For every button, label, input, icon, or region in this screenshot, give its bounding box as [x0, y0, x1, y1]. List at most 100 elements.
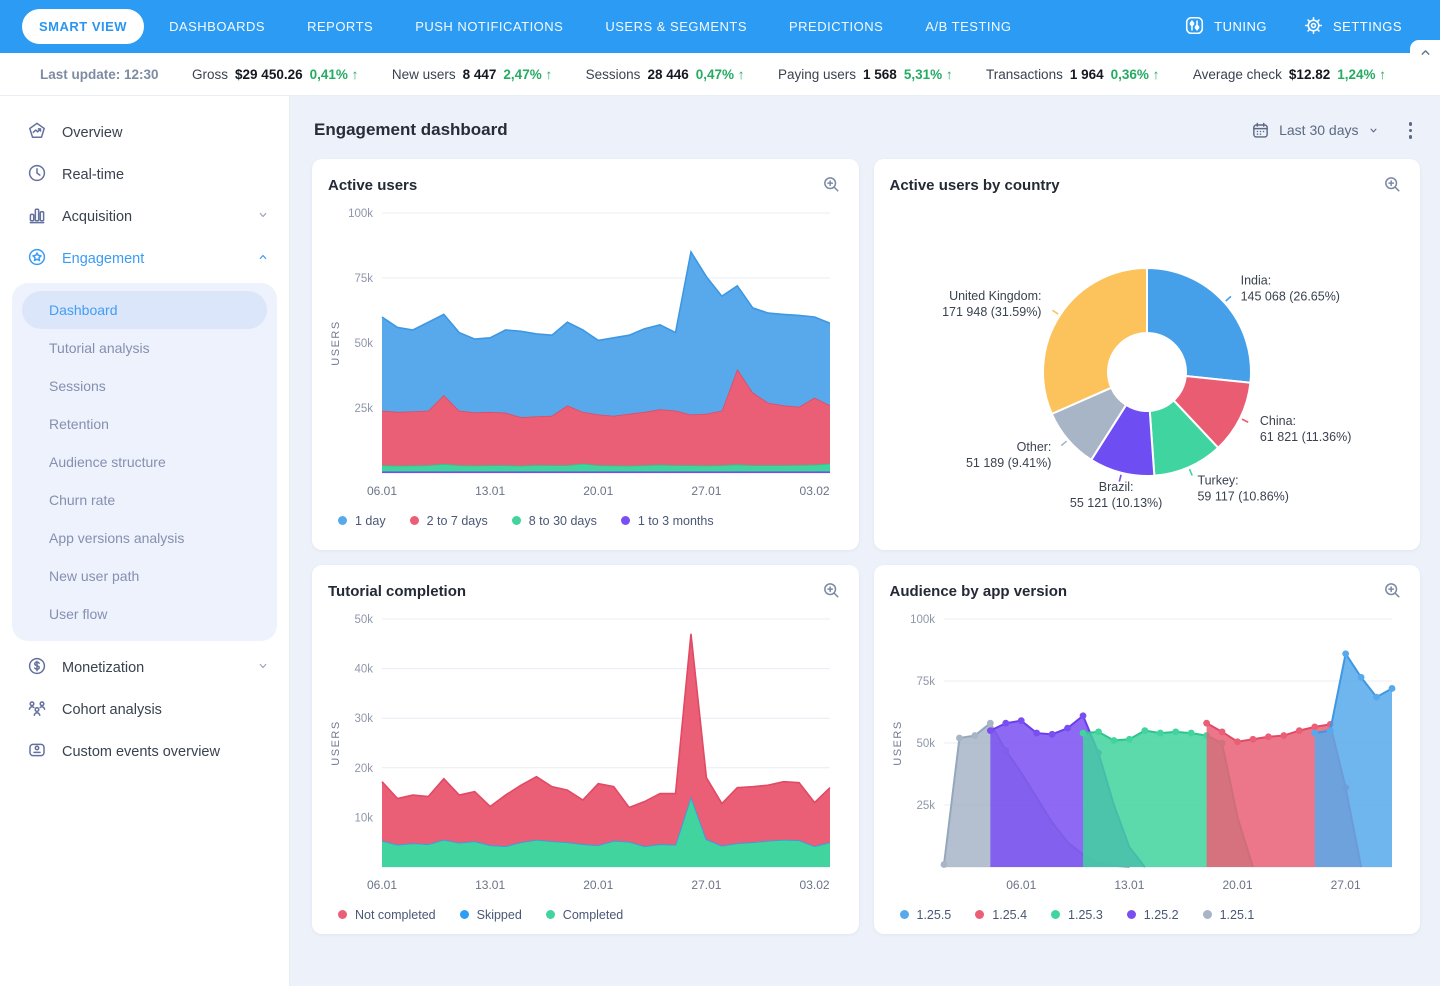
zoom-chart-button[interactable]: [820, 173, 843, 199]
svg-text:50k: 50k: [916, 738, 935, 750]
svg-text:06.01: 06.01: [367, 484, 397, 498]
sidebar-subitem-audience-structure[interactable]: Audience structure: [22, 443, 267, 481]
svg-text:10k: 10k: [354, 812, 373, 824]
card-header: Audience by app version: [890, 579, 1405, 605]
sidebar-subitem-app-versions-analysis[interactable]: App versions analysis: [22, 519, 267, 557]
top-navigation: SMART VIEWDASHBOARDSREPORTSPUSH NOTIFICA…: [0, 0, 1440, 53]
sidebar-subitem-sessions[interactable]: Sessions: [22, 367, 267, 405]
sidebar-item-cohort-analysis[interactable]: Cohort analysis: [0, 689, 289, 731]
legend-dot: [900, 910, 909, 919]
zoom-chart-button[interactable]: [1381, 579, 1404, 605]
zoom-chart-button[interactable]: [1381, 173, 1404, 199]
sidebar-submenu-engagement: DashboardTutorial analysisSessionsRetent…: [12, 283, 277, 641]
nav-tool-settings[interactable]: SETTINGS: [1303, 15, 1402, 39]
svg-text:55 121 (10.13%): 55 121 (10.13%): [1069, 496, 1161, 510]
magnifier-plus-icon: [822, 581, 841, 600]
legend-dot: [338, 516, 347, 525]
nav-item-a-b-testing[interactable]: A/B TESTING: [908, 9, 1028, 44]
metric-value: 1 568: [863, 67, 897, 82]
card-active-users-by-country: Active users by country India:145 068 (2…: [874, 159, 1421, 550]
legend-item-1.25.3[interactable]: 1.25.3: [1051, 908, 1103, 922]
active-users-chart: 100k75k50k25k06.0113.0120.0127.0103.02US…: [328, 199, 842, 503]
sidebar-subitem-new-user-path[interactable]: New user path: [22, 557, 267, 595]
nav-tool-tuning[interactable]: TUNING: [1184, 15, 1267, 39]
svg-text:51 189 (9.41%): 51 189 (9.41%): [965, 456, 1050, 470]
metric-paying-users: Paying users1 5685,31% ↑: [778, 67, 953, 82]
stats-bar: Last update: 12:30 Gross$29 450.260,41% …: [0, 53, 1440, 96]
sidebar-item-engagement[interactable]: Engagement: [0, 238, 289, 280]
card-title: Active users by country: [890, 177, 1060, 194]
legend-item-skipped[interactable]: Skipped: [460, 908, 522, 922]
legend-label: Completed: [563, 908, 623, 922]
svg-text:India:: India:: [1240, 273, 1271, 287]
svg-text:75k: 75k: [354, 273, 373, 285]
svg-text:20.01: 20.01: [583, 878, 613, 892]
engagement-badge-icon: [27, 247, 47, 271]
svg-text:50k: 50k: [354, 614, 373, 626]
nav-item-predictions[interactable]: PREDICTIONS: [772, 9, 900, 44]
active-users-by-country-chart: India:145 068 (26.65%)China:61 821 (11.3…: [890, 199, 1404, 537]
sidebar-subitem-churn-rate[interactable]: Churn rate: [22, 481, 267, 519]
svg-text:USERS: USERS: [330, 320, 342, 365]
svg-text:75k: 75k: [916, 676, 935, 688]
metric-label: New users: [392, 67, 456, 82]
nav-item-push-notifications[interactable]: PUSH NOTIFICATIONS: [398, 9, 580, 44]
svg-text:Turkey:: Turkey:: [1197, 473, 1238, 487]
events-card-icon: [27, 740, 47, 764]
sidebar-item-real-time[interactable]: Real-time: [0, 154, 289, 196]
sidebar-subitem-dashboard[interactable]: Dashboard: [22, 291, 267, 329]
legend-item-8-to-30-days[interactable]: 8 to 30 days: [512, 514, 597, 528]
date-range-selector[interactable]: Last 30 days: [1251, 121, 1378, 140]
magnifier-plus-icon: [1383, 581, 1402, 600]
legend-label: 1.25.4: [992, 908, 1027, 922]
svg-text:40k: 40k: [354, 663, 373, 675]
nav-item-reports[interactable]: REPORTS: [290, 9, 390, 44]
card-header: Active users: [328, 173, 843, 199]
dashboard-menu-button[interactable]: [1403, 118, 1419, 143]
svg-text:United Kingdom:: United Kingdom:: [949, 289, 1041, 303]
svg-text:China:: China:: [1259, 414, 1295, 428]
collapse-stats-button[interactable]: [1410, 40, 1440, 65]
legend-item-1.25.4[interactable]: 1.25.4: [975, 908, 1027, 922]
legend-dot: [975, 910, 984, 919]
metric-average-check: Average check$12.821,24% ↑: [1193, 67, 1386, 82]
nav-item-smart-view[interactable]: SMART VIEW: [22, 9, 144, 44]
legend-item-1.25.5[interactable]: 1.25.5: [900, 908, 952, 922]
legend-item-not-completed[interactable]: Not completed: [338, 908, 436, 922]
sidebar-item-acquisition[interactable]: Acquisition: [0, 196, 289, 238]
svg-text:03.02: 03.02: [800, 484, 830, 498]
sidebar-item-overview[interactable]: Overview: [0, 112, 289, 154]
nav-item-users-segments[interactable]: USERS & SEGMENTS: [588, 9, 764, 44]
legend-item-1.25.1[interactable]: 1.25.1: [1203, 908, 1255, 922]
nav-tool-label: SETTINGS: [1333, 19, 1402, 34]
svg-text:06.01: 06.01: [367, 878, 397, 892]
tuning-icon: [1184, 15, 1205, 39]
legend-item-2-to-7-days[interactable]: 2 to 7 days: [410, 514, 488, 528]
legend-dot: [410, 516, 419, 525]
acquisition-bars-icon: [27, 205, 47, 229]
last-update-value: 12:30: [124, 67, 159, 82]
card-title: Audience by app version: [890, 583, 1068, 600]
metric-gross: Gross$29 450.260,41% ↑: [192, 67, 358, 82]
nav-item-dashboards[interactable]: DASHBOARDS: [152, 9, 282, 44]
sidebar-item-custom-events-overview[interactable]: Custom events overview: [0, 731, 289, 773]
metric-label: Paying users: [778, 67, 856, 82]
calendar-icon: [1251, 121, 1270, 140]
tutorial-completion-legend: Not completed Skipped Completed: [328, 902, 843, 926]
metric-transactions: Transactions1 9640,36% ↑: [986, 67, 1159, 82]
sidebar-subitem-tutorial-analysis[interactable]: Tutorial analysis: [22, 329, 267, 367]
legend-item-1-to-3-months[interactable]: 1 to 3 months: [621, 514, 714, 528]
sidebar-subitem-user-flow[interactable]: User flow: [22, 595, 267, 633]
legend-item-completed[interactable]: Completed: [546, 908, 623, 922]
legend-item-1-day[interactable]: 1 day: [338, 514, 386, 528]
main-header: Engagement dashboard Last 30 days: [314, 118, 1418, 143]
legend-item-1.25.2[interactable]: 1.25.2: [1127, 908, 1179, 922]
svg-text:03.02: 03.02: [800, 878, 830, 892]
legend-label: 2 to 7 days: [427, 514, 488, 528]
metric-change: 1,24% ↑: [1337, 67, 1386, 82]
overview-icon: [27, 121, 47, 145]
zoom-chart-button[interactable]: [820, 579, 843, 605]
svg-text:20.01: 20.01: [583, 484, 613, 498]
sidebar-subitem-retention[interactable]: Retention: [22, 405, 267, 443]
sidebar-item-monetization[interactable]: Monetization: [0, 647, 289, 689]
